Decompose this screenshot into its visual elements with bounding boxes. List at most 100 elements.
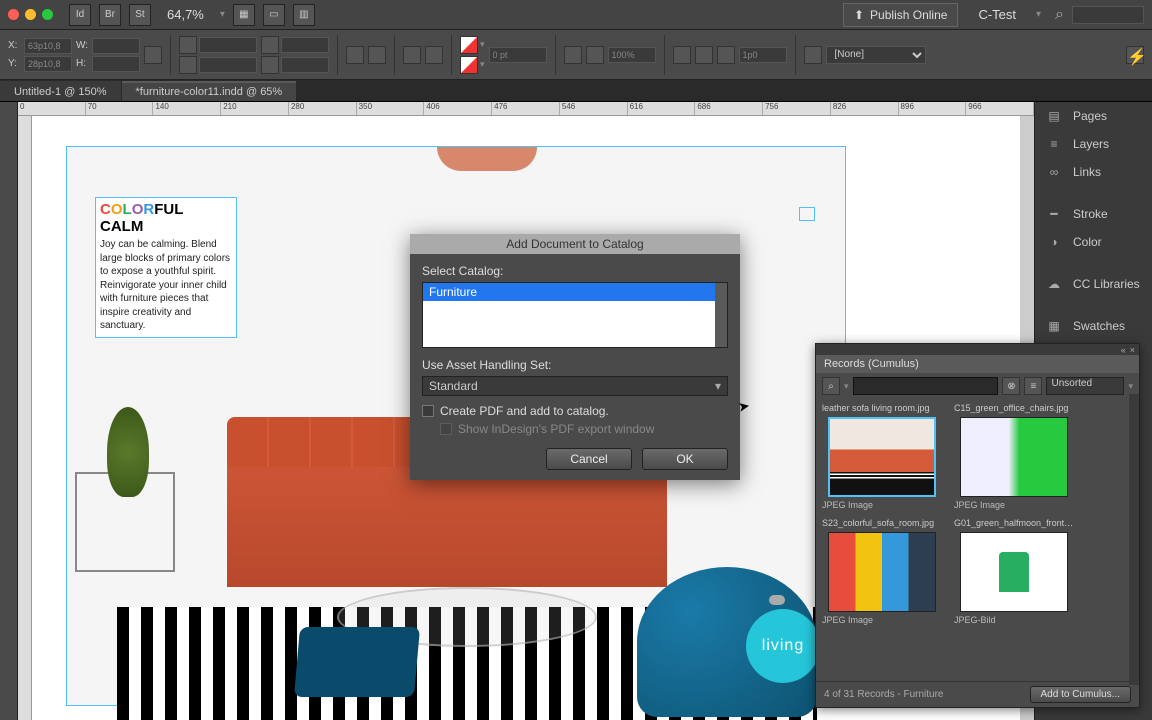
ok-button[interactable]: OK (642, 448, 728, 470)
panel-color[interactable]: ◑Color (1035, 228, 1152, 256)
record-filename: leather sofa living room.jpg (822, 401, 942, 415)
catalog-item-furniture[interactable]: Furniture (423, 283, 715, 301)
stock-icon[interactable]: St (129, 4, 151, 26)
record-thumbnail[interactable] (960, 417, 1068, 497)
opacity-icon[interactable] (586, 46, 604, 64)
panel-layers[interactable]: ≡ Layers (1035, 130, 1152, 158)
corner-field[interactable] (739, 47, 787, 63)
add-to-cumulus-button[interactable]: Add to Cumulus... (1030, 686, 1131, 703)
create-pdf-checkbox[interactable]: Create PDF and add to catalog. (422, 404, 728, 418)
record-item[interactable]: leather sofa living room.jpg JPEG Image (822, 401, 942, 516)
pages-icon: ▤ (1045, 109, 1063, 123)
search-icon[interactable]: ⌕ (822, 377, 840, 395)
fx-icon[interactable] (564, 46, 582, 64)
panel-pages[interactable]: ▤Pages (1035, 102, 1152, 130)
bridge-icon[interactable]: Br (99, 4, 121, 26)
stroke-dropdown-icon[interactable]: ▾ (480, 59, 485, 70)
search-input[interactable] (1072, 6, 1144, 24)
headline-text-frame[interactable]: COLORFUL CALM Joy can be calming. Blend … (95, 197, 237, 338)
layers-icon: ≡ (1045, 137, 1063, 151)
h-label: H: (76, 58, 90, 69)
list-scrollbar[interactable] (715, 283, 727, 347)
checkbox-icon[interactable] (422, 405, 434, 417)
scale-x-icon[interactable] (179, 36, 197, 54)
arrange-icon[interactable]: ▥ (293, 4, 315, 26)
text-wrap-bound-icon[interactable] (695, 46, 713, 64)
checkbox-icon (440, 423, 452, 435)
lightning-icon[interactable]: ⚡ (1126, 46, 1144, 64)
records-scrollbar[interactable] (1129, 394, 1139, 685)
sort-select[interactable]: Unsorted (1046, 377, 1124, 395)
rotate-icon[interactable] (261, 36, 279, 54)
opacity-field[interactable] (608, 47, 656, 63)
shear-icon[interactable] (261, 56, 279, 74)
constrain-icon[interactable] (144, 46, 162, 64)
record-item[interactable]: C15_green_office_chairs.jpg JPEG Image (954, 401, 1074, 516)
select-container-icon[interactable] (403, 46, 421, 64)
shear-field[interactable] (281, 57, 329, 73)
text-wrap-none-icon[interactable] (673, 46, 691, 64)
sort-dropdown-icon[interactable]: ▾ (1128, 381, 1133, 392)
zoom-level[interactable]: 64,7% (167, 7, 204, 22)
publish-online-button[interactable]: ⬆ Publish Online (843, 3, 958, 27)
workspace-dropdown-icon[interactable]: ▾ (1036, 9, 1041, 20)
scale-y-field[interactable] (199, 57, 257, 73)
asset-set-select[interactable]: Standard (422, 376, 728, 396)
tab-furniture[interactable]: *furniture-color11.indd @ 65% (122, 81, 297, 101)
asset-set-label: Use Asset Handling Set: (422, 358, 728, 372)
publish-label: Publish Online (870, 8, 947, 22)
panel-label: Layers (1073, 137, 1109, 151)
rotate-field[interactable] (281, 37, 329, 53)
scale-y-icon[interactable] (179, 56, 197, 74)
search-dropdown-icon[interactable]: ▾ (844, 381, 849, 392)
tab-untitled[interactable]: Untitled-1 @ 150% (0, 81, 121, 101)
panel-close-icon[interactable]: × (1130, 345, 1135, 355)
price-frame[interactable] (799, 207, 815, 221)
panel-label: CC Libraries (1073, 277, 1140, 291)
clear-search-icon[interactable]: ⊗ (1002, 377, 1020, 395)
view-options-icon[interactable]: ▦ (233, 4, 255, 26)
tools-panel[interactable] (0, 102, 18, 720)
record-item[interactable]: G01_green_halfmoon_front.j... JPEG-Bild (954, 516, 1074, 631)
add-to-catalog-dialog: Add Document to Catalog Select Catalog: … (410, 234, 740, 480)
panel-stroke[interactable]: ━Stroke (1035, 200, 1152, 228)
object-style-select[interactable]: [None] (826, 46, 926, 64)
workspace-menu[interactable]: C-Test (978, 7, 1016, 22)
screen-mode-icon[interactable]: ▭ (263, 4, 285, 26)
w-field[interactable] (92, 38, 140, 54)
panel-cc-libraries[interactable]: ☁CC Libraries (1035, 270, 1152, 298)
zoom-dropdown-icon[interactable]: ▾ (220, 9, 225, 20)
fill-swatch[interactable] (460, 36, 478, 54)
stroke-swatch[interactable] (460, 56, 478, 74)
records-search-input[interactable] (853, 377, 999, 395)
y-field[interactable] (24, 56, 72, 72)
record-item[interactable]: S23_colorful_sofa_room.jpg JPEG Image (822, 516, 942, 631)
record-type: JPEG Image (954, 499, 1074, 516)
x-field[interactable] (24, 38, 72, 54)
stroke-weight-field[interactable] (489, 47, 547, 63)
flip-v-icon[interactable] (368, 46, 386, 64)
minimize-window[interactable] (25, 9, 36, 20)
record-thumbnail[interactable] (828, 417, 936, 497)
panel-swatches[interactable]: ▦Swatches (1035, 312, 1152, 340)
select-content-icon[interactable] (425, 46, 443, 64)
sort-icon[interactable]: ≡ (1024, 377, 1042, 395)
h-field[interactable] (92, 56, 140, 72)
maximize-window[interactable] (42, 9, 53, 20)
frame-fit-icon[interactable] (717, 46, 735, 64)
record-thumbnail[interactable] (960, 532, 1068, 612)
catalog-list[interactable]: Furniture (422, 282, 728, 348)
close-window[interactable] (8, 9, 19, 20)
y-label: Y: (8, 58, 22, 69)
records-statusbar: 4 of 31 Records - Furniture Add to Cumul… (816, 681, 1139, 707)
panel-links[interactable]: ∞Links (1035, 158, 1152, 186)
record-thumbnail[interactable] (828, 532, 936, 612)
cancel-button[interactable]: Cancel (546, 448, 632, 470)
object-style-icon[interactable] (804, 46, 822, 64)
living-badge[interactable]: living (746, 609, 820, 683)
flip-h-icon[interactable] (346, 46, 364, 64)
scale-x-field[interactable] (199, 37, 257, 53)
records-toolbar: ⌕ ▾ ⊗ ≡ Unsorted ▾ (816, 373, 1139, 399)
panel-menu-icon[interactable]: « (1121, 345, 1126, 355)
fill-dropdown-icon[interactable]: ▾ (480, 39, 485, 50)
